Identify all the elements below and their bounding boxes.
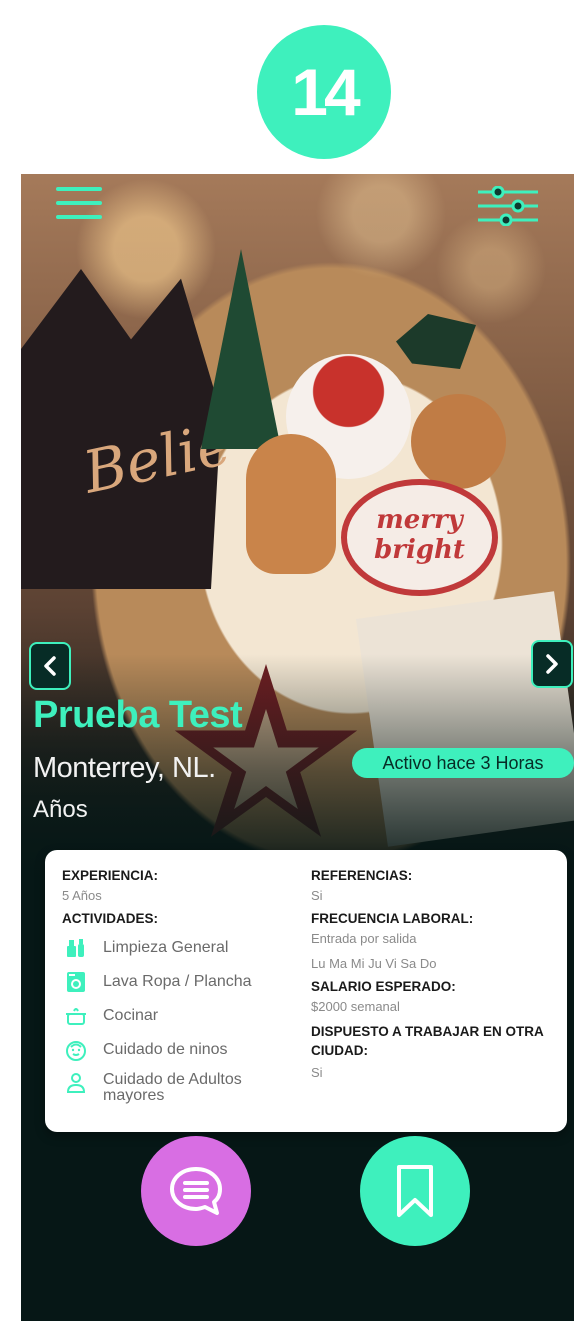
chevron-left-icon (44, 656, 56, 676)
relocate-label: DISPUESTO A TRABAJAR EN OTRA CIUDAD: (311, 1024, 544, 1058)
details-right-column: REFERENCIAS: Si FRECUENCIA LABORAL: Entr… (311, 868, 561, 1080)
photo-merry-lettering: merry bright (374, 505, 465, 565)
chevron-right-icon (546, 654, 558, 674)
activity-label: Cuidado de Adultos mayores (103, 1071, 242, 1104)
previous-profile-button[interactable] (29, 642, 71, 690)
sliders-filter-icon[interactable] (476, 185, 540, 227)
chat-bubble-icon (170, 1167, 222, 1215)
activity-item: Cocinar (62, 1004, 302, 1028)
profile-name: Prueba Test (33, 694, 243, 736)
references-label: REFERENCIAS: (311, 868, 413, 883)
person-icon (65, 1072, 87, 1094)
cleaning-icon (65, 937, 87, 959)
experience-value: 5 Años (62, 888, 102, 903)
photo-reindeer-cookie (411, 394, 506, 489)
activity-item: Limpieza General (62, 936, 302, 960)
activity-label: Cocinar (103, 1007, 159, 1024)
details-left-column: EXPERIENCIA: 5 Años ACTIVIDADES: Limpiez… (62, 868, 302, 1106)
activity-item: Lava Ropa / Plancha (62, 970, 302, 994)
next-profile-button[interactable] (531, 640, 573, 688)
frequency-label: FRECUENCIA LABORAL: (311, 911, 474, 926)
step-number-badge: 14 (257, 25, 391, 159)
activities-label: ACTIVIDADES: (62, 911, 159, 926)
activity-item: Cuidado de Adultos mayores (62, 1072, 302, 1106)
photo-holly-cookie (396, 314, 476, 369)
bookmark-button[interactable] (360, 1136, 470, 1246)
profile-location: Monterrey, NL. (33, 752, 216, 784)
cooking-pot-icon (65, 1005, 87, 1027)
experience-label: EXPERIENCIA: (62, 868, 159, 883)
hamburger-menu-icon[interactable] (56, 187, 102, 219)
salary-value: $2000 semanal (311, 999, 400, 1014)
bookmark-icon (397, 1165, 433, 1217)
references-value: Si (311, 888, 323, 903)
washing-machine-icon (65, 971, 87, 993)
profile-age: Años (33, 796, 88, 823)
child-face-icon (65, 1039, 87, 1061)
activity-status-badge: Activo hace 3 Horas (352, 748, 574, 778)
salary-label: SALARIO ESPERADO: (311, 979, 456, 994)
relocate-value: Si (311, 1065, 323, 1080)
photo-tree-cookie (201, 249, 281, 449)
chat-button[interactable] (141, 1136, 251, 1246)
activity-label: Cuidado de ninos (103, 1041, 228, 1058)
activity-label: Lava Ropa / Plancha (103, 973, 252, 990)
activity-label: Limpieza General (103, 939, 229, 956)
frequency-value: Entrada por salida (311, 931, 417, 946)
activity-item: Cuidado de ninos (62, 1038, 302, 1062)
app-screen: Belie merry bright Prueba Test Monterrey… (21, 174, 574, 1321)
photo-gingerbread-cookie (246, 434, 336, 574)
profile-details-card: EXPERIENCIA: 5 Años ACTIVIDADES: Limpiez… (45, 850, 567, 1132)
work-days-value: Lu Ma Mi Ju Vi Sa Do (311, 956, 437, 971)
photo-merry-cookie: merry bright (341, 479, 498, 596)
